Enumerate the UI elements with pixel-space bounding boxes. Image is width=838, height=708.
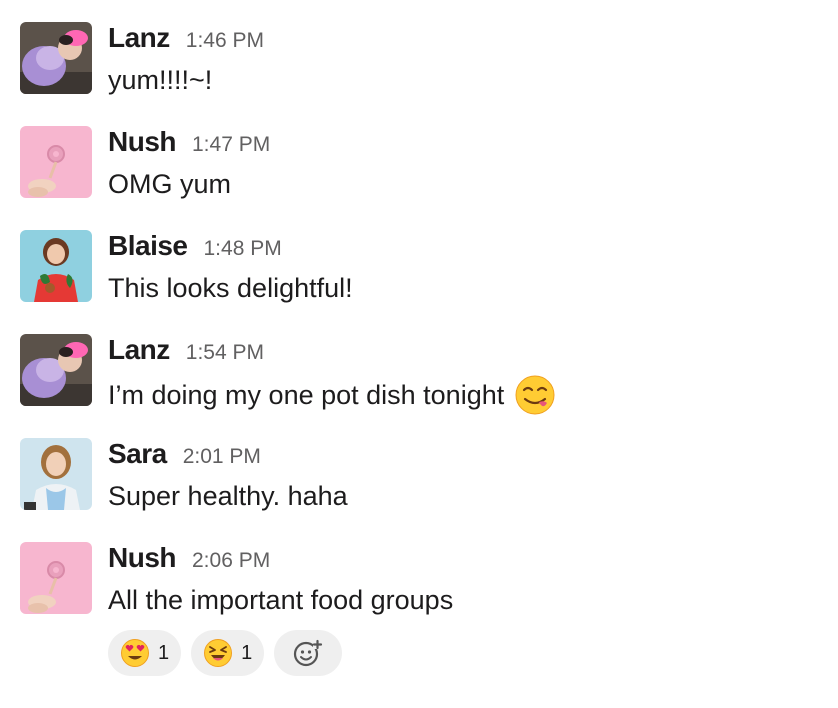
author-name[interactable]: Nush (108, 126, 177, 158)
blaise-avatar-image (20, 230, 92, 302)
timestamp[interactable]: 1:54 PM (186, 341, 264, 365)
message-text: yum!!!!~! (108, 65, 213, 95)
message-text: I’m doing my one pot dish tonight (108, 380, 505, 410)
message-item: Blaise 1:48 PM This looks delightful! (20, 230, 820, 320)
lanz-avatar-image (20, 334, 92, 406)
author-name[interactable]: Lanz (108, 334, 170, 366)
timestamp[interactable]: 2:06 PM (192, 549, 270, 573)
timestamp[interactable]: 1:47 PM (192, 133, 270, 157)
heart-eyes-emoji (121, 639, 149, 667)
laughing-squint-emoji (204, 639, 233, 667)
author-name[interactable]: Nush (108, 542, 177, 574)
message-text: All the important food groups (108, 585, 454, 615)
message-feed: Lanz 1:46 PM yum!!!!~! Nush 1:47 PM OMG … (0, 0, 838, 708)
nush-avatar[interactable] (20, 542, 92, 614)
add-reaction-icon (294, 639, 323, 667)
message-header: Blaise 1:48 PM (108, 230, 282, 266)
message-item: Sara 2:01 PM Super healthy. haha (20, 438, 820, 528)
yum-face-emoji (515, 375, 555, 415)
lanz-avatar-image (20, 22, 92, 94)
message-item: Lanz 1:54 PM I’m doing my one pot dish t… (20, 334, 820, 424)
author-name[interactable]: Blaise (108, 230, 188, 262)
author-name[interactable]: Sara (108, 438, 167, 470)
message-item: Nush 1:47 PM OMG yum (20, 126, 820, 216)
message-text: Super healthy. haha (108, 481, 348, 511)
lanz-avatar[interactable] (20, 334, 92, 406)
lanz-avatar[interactable] (20, 22, 92, 94)
sara-avatar[interactable] (20, 438, 92, 510)
message-header: Nush 1:47 PM (108, 126, 270, 162)
timestamp[interactable]: 1:46 PM (186, 29, 264, 53)
sara-avatar-image (20, 438, 92, 510)
message-header: Nush 2:06 PM (108, 542, 270, 578)
timestamp[interactable]: 2:01 PM (183, 445, 261, 469)
reaction-count: 1 (158, 641, 170, 664)
add-reaction-button[interactable] (274, 630, 343, 676)
nush-avatar[interactable] (20, 126, 92, 198)
message-item: Nush 2:06 PM All the important food grou… (20, 542, 820, 632)
reaction-bar: 1 1 (108, 630, 343, 676)
message-header: Lanz 1:46 PM (108, 22, 264, 58)
message-text-row: I’m doing my one pot dish tonight (108, 374, 556, 416)
message-header: Sara 2:01 PM (108, 438, 261, 474)
message-text: This looks delightful! (108, 273, 353, 303)
reaction-heart-eyes[interactable]: 1 (108, 630, 182, 676)
nush-avatar-image (20, 126, 92, 198)
nush-avatar-image (20, 542, 92, 614)
message-item: Lanz 1:46 PM yum!!!!~! (20, 22, 820, 112)
message-header: Lanz 1:54 PM (108, 334, 264, 370)
blaise-avatar[interactable] (20, 230, 92, 302)
reaction-count: 1 (241, 641, 253, 664)
message-text: OMG yum (108, 169, 232, 199)
reaction-laughing[interactable]: 1 (191, 630, 265, 676)
timestamp[interactable]: 1:48 PM (204, 237, 282, 261)
author-name[interactable]: Lanz (108, 22, 170, 54)
